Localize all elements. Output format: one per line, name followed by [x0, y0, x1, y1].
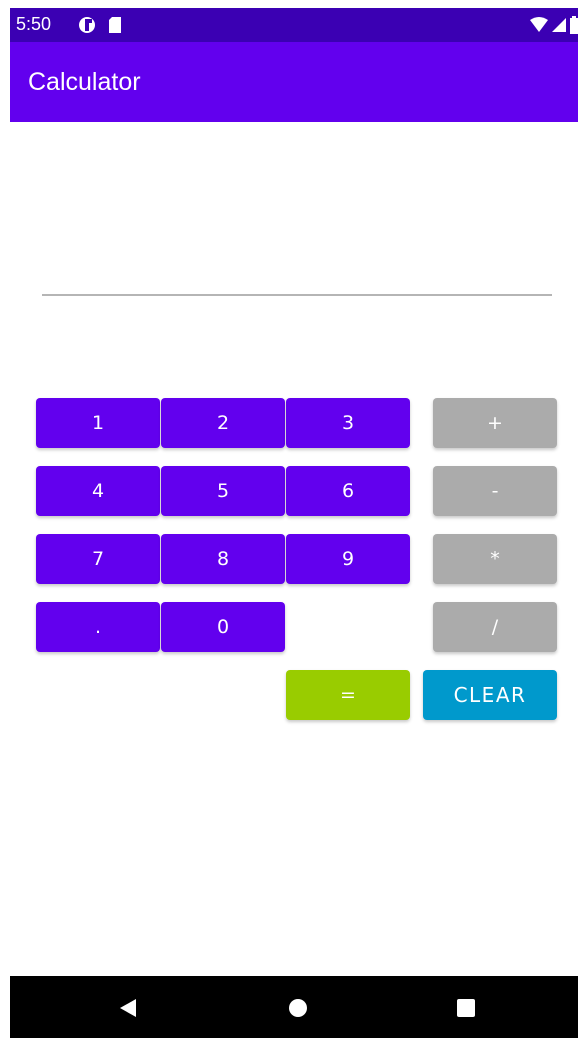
calculator-display-input[interactable] — [42, 250, 552, 296]
digit-8-button[interactable]: 8 — [161, 534, 285, 584]
sync-circle-icon — [79, 17, 95, 33]
digit-0-button[interactable]: 0 — [161, 602, 285, 652]
digit-1-button[interactable]: 1 — [36, 398, 160, 448]
sd-card-icon — [109, 17, 121, 33]
decimal-point-button[interactable]: . — [36, 602, 160, 652]
battery-icon — [570, 16, 578, 34]
signal-icon — [552, 18, 566, 32]
digit-4-button[interactable]: 4 — [36, 466, 160, 516]
clear-button[interactable]: CLEAR — [423, 670, 557, 720]
home-icon[interactable] — [288, 998, 308, 1018]
status-bar: 5:50 — [10, 8, 578, 42]
recents-icon[interactable] — [456, 998, 476, 1018]
add-button[interactable]: + — [433, 398, 557, 448]
back-icon[interactable] — [118, 998, 138, 1018]
digit-3-button[interactable]: 3 — [286, 398, 410, 448]
status-right-icons — [527, 16, 578, 34]
app-title: Calculator — [28, 68, 141, 96]
multiply-button[interactable]: * — [433, 534, 557, 584]
app-bar: Calculator — [10, 42, 578, 122]
divide-button[interactable]: / — [433, 602, 557, 652]
app-screen: 5:50 Calculator 1 2 3 + 4 5 6 - 7 8 9 * … — [0, 0, 578, 1038]
equals-button[interactable]: = — [286, 670, 410, 720]
navigation-bar — [10, 976, 578, 1038]
digit-5-button[interactable]: 5 — [161, 466, 285, 516]
subtract-button[interactable]: - — [433, 466, 557, 516]
wifi-icon — [530, 17, 548, 32]
digit-6-button[interactable]: 6 — [286, 466, 410, 516]
digit-9-button[interactable]: 9 — [286, 534, 410, 584]
digit-7-button[interactable]: 7 — [36, 534, 160, 584]
status-time: 5:50 — [16, 14, 52, 34]
digit-2-button[interactable]: 2 — [161, 398, 285, 448]
